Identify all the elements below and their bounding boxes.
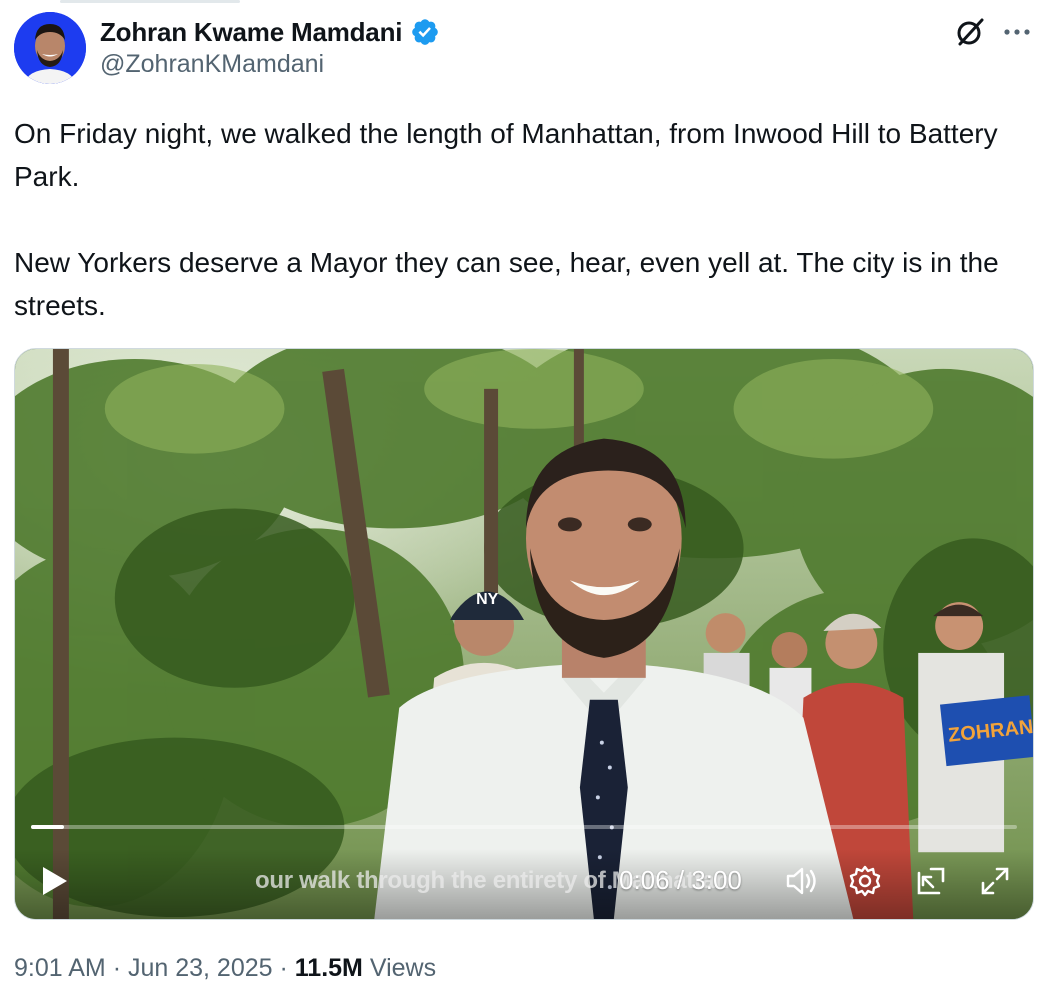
gear-icon[interactable] bbox=[847, 863, 883, 899]
verified-badge-icon bbox=[412, 19, 439, 45]
avatar[interactable] bbox=[14, 12, 86, 84]
more-dots-icon[interactable] bbox=[1000, 18, 1034, 46]
tweet-paragraph: New Yorkers deserve a Mayor they can see… bbox=[14, 247, 999, 321]
views-label: Views bbox=[369, 954, 437, 982]
meta-separator: · bbox=[279, 954, 288, 982]
tweet-date[interactable]: Jun 23, 2025 bbox=[128, 954, 273, 982]
author-handle[interactable]: @ZohranKMamdani bbox=[100, 50, 324, 79]
avatar-image bbox=[14, 12, 86, 84]
meta-separator: · bbox=[112, 954, 122, 982]
video-frame: ZOHRAN NY bbox=[15, 349, 1033, 919]
previous-content-edge bbox=[0, 0, 1062, 6]
video-progress-bar[interactable] bbox=[31, 825, 1017, 829]
views-count: 11.5M bbox=[294, 954, 363, 982]
fullscreen-icon[interactable] bbox=[977, 863, 1013, 899]
video-player[interactable]: ZOHRAN NY our walk through the entirety … bbox=[14, 348, 1034, 920]
author-name-row: Zohran Kwame Mamdani bbox=[100, 14, 440, 50]
video-time-display: 0:06 / 3:00 bbox=[619, 865, 742, 895]
author-display-name[interactable]: Zohran Kwame Mamdani bbox=[100, 17, 402, 48]
cap-logo-text: NY bbox=[476, 591, 499, 608]
video-progress-fill bbox=[31, 825, 64, 829]
picture-in-picture-icon[interactable] bbox=[913, 863, 949, 899]
tweet-paragraph: On Friday night, we walked the length of… bbox=[14, 118, 998, 192]
tweet-time[interactable]: 9:01 AM bbox=[14, 954, 106, 982]
volume-icon[interactable] bbox=[783, 863, 819, 899]
grok-icon[interactable] bbox=[952, 14, 988, 50]
play-icon[interactable] bbox=[37, 863, 71, 899]
tweet-text: On Friday night, we walked the length of… bbox=[14, 112, 1044, 327]
tweet-meta: 9:01 AM · Jun 23, 2025 · 11.5M Views bbox=[14, 954, 436, 983]
